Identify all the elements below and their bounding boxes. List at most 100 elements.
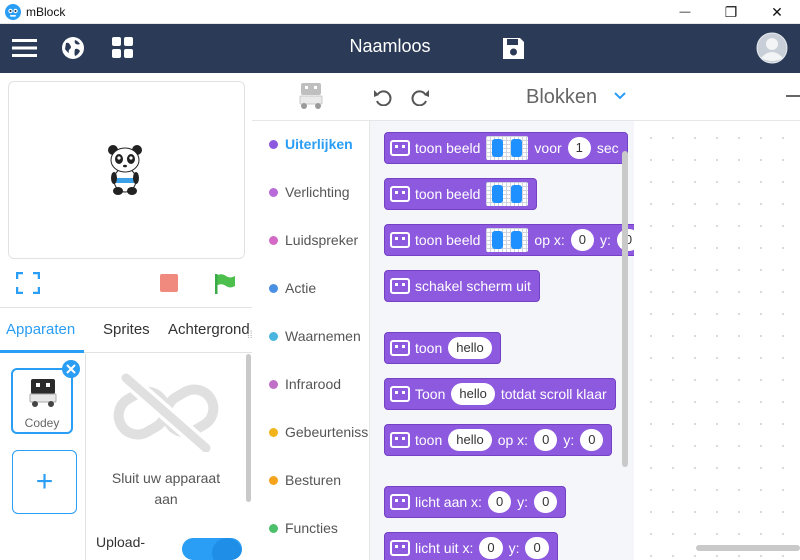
category-uiterlijken[interactable]: Uiterlijken — [252, 121, 370, 167]
block-text: y: — [517, 494, 529, 510]
tab-achtergrond[interactable]: Achtergrond — [168, 321, 250, 338]
app-header: Naamloos — [0, 24, 800, 73]
block-palette: toon beeld voor 1 sec toon beeld toon be… — [370, 121, 634, 560]
category-gebeurtenissen[interactable]: Gebeurteniss — [252, 409, 370, 455]
category-dot — [269, 188, 278, 197]
x-input[interactable]: 0 — [479, 537, 503, 559]
led-matrix-input[interactable] — [486, 136, 529, 160]
codey-face-icon — [390, 540, 410, 556]
seconds-input[interactable]: 1 — [567, 137, 591, 159]
block-show-image-for-secs[interactable]: toon beeld voor 1 sec — [384, 132, 628, 164]
script-workspace[interactable] — [634, 121, 800, 560]
chevron-down-icon[interactable] — [614, 92, 626, 100]
block-text: voor — [534, 140, 562, 156]
category-label: Besturen — [285, 472, 342, 488]
category-dot — [269, 140, 278, 149]
green-flag-icon[interactable] — [214, 273, 236, 295]
toggle-knob — [212, 538, 242, 560]
block-text: schakel scherm uit — [415, 278, 531, 294]
y-input[interactable]: 0 — [525, 537, 549, 559]
close-icon: ✕ — [771, 3, 783, 20]
user-avatar-icon[interactable] — [756, 32, 788, 64]
sprite-tabs: Apparaten Sprites Achtergrond — [0, 307, 252, 353]
redo-icon[interactable] — [411, 88, 430, 106]
x-input[interactable]: 0 — [570, 229, 594, 251]
block-text: op x: — [534, 232, 565, 248]
category-label: Verlichting — [285, 184, 350, 200]
category-actie[interactable]: Actie — [252, 265, 370, 311]
editor-mode-label[interactable]: Blokken — [526, 86, 597, 109]
y-input[interactable]: 0 — [580, 429, 604, 451]
block-show-image-at-xy[interactable]: toon beeld op x: 0 y: 0 — [384, 224, 634, 256]
stage-canvas[interactable] — [8, 81, 245, 259]
block-light-on-xy[interactable]: licht aan x: 0 y: 0 — [384, 486, 567, 518]
text-input[interactable]: hello — [448, 337, 492, 359]
category-waarnemen[interactable]: Waarnemen — [252, 313, 370, 359]
category-dot — [269, 380, 278, 389]
globe-icon[interactable] — [61, 36, 85, 60]
block-show-image[interactable]: toon beeld — [384, 178, 538, 210]
minimize-button[interactable]: — — [662, 0, 708, 24]
close-button[interactable]: ✕ — [754, 0, 800, 24]
category-besturen[interactable]: Besturen — [252, 457, 370, 503]
y-input[interactable]: 0 — [534, 491, 558, 513]
menu-icon[interactable] — [12, 38, 37, 58]
extensions-grid-icon[interactable] — [112, 37, 134, 59]
x-input[interactable]: 0 — [487, 491, 512, 513]
codey-target-icon[interactable] — [296, 81, 326, 111]
device-name: Codey — [24, 416, 60, 430]
close-icon — [66, 364, 76, 374]
category-label: Luidspreker — [285, 232, 359, 248]
block-show-text-until-scroll-done[interactable]: Toon hello totdat scroll klaar — [384, 378, 616, 410]
maximize-button[interactable]: ❐ — [708, 0, 754, 24]
block-text: op x: — [497, 432, 529, 448]
block-turn-off-screen[interactable]: schakel scherm uit — [384, 270, 540, 302]
category-dot — [269, 476, 278, 485]
block-show-text-at-xy[interactable]: toon hello op x: 0 y: 0 — [384, 424, 613, 456]
panda-sprite[interactable] — [107, 144, 143, 196]
window-titlebar: mBlock — ❐ ✕ — [0, 0, 800, 24]
active-tab-indicator — [0, 350, 84, 353]
category-verlichting[interactable]: Verlichting — [252, 169, 370, 215]
block-text: y: — [600, 232, 611, 248]
category-label: Functies — [285, 520, 338, 536]
block-light-off-xy[interactable]: licht uit x: 0 y: 0 — [384, 532, 558, 560]
device-card-codey[interactable]: Codey — [11, 368, 73, 434]
project-title[interactable]: Naamloos — [300, 36, 480, 57]
codey-face-icon — [390, 278, 410, 294]
category-infrarood[interactable]: Infrarood — [252, 361, 370, 407]
device-panel-scrollbar[interactable] — [246, 354, 251, 502]
x-input[interactable]: 0 — [534, 429, 558, 451]
remove-device-button[interactable] — [62, 360, 80, 378]
category-label: Uiterlijken — [285, 136, 353, 152]
tab-sprites[interactable]: Sprites — [103, 321, 150, 338]
text-input[interactable]: hello — [451, 383, 495, 405]
led-matrix-input[interactable] — [486, 182, 529, 206]
tab-apparaten[interactable]: Apparaten — [6, 321, 75, 338]
maximize-icon: ❐ — [724, 3, 738, 20]
fullscreen-icon[interactable] — [16, 272, 40, 294]
collapse-panel-icon[interactable] — [786, 95, 800, 97]
window-title: mBlock — [26, 5, 66, 19]
category-label: Actie — [285, 280, 317, 296]
text-input[interactable]: hello — [448, 429, 492, 451]
block-show-text[interactable]: toon hello — [384, 332, 501, 364]
codey-face-icon — [390, 140, 410, 156]
upload-mode-toggle[interactable] — [182, 538, 242, 560]
category-dot — [269, 428, 278, 437]
block-text: y: — [508, 540, 520, 556]
category-dot — [269, 524, 278, 533]
codey-face-icon — [390, 494, 410, 510]
minimize-icon: — — [679, 6, 691, 18]
codey-face-icon — [390, 186, 410, 202]
add-device-button[interactable]: + — [12, 450, 77, 514]
palette-scrollbar[interactable] — [622, 151, 628, 467]
stop-icon — [160, 274, 178, 292]
undo-icon[interactable] — [373, 88, 392, 106]
category-functies[interactable]: Functies — [252, 505, 370, 551]
workspace-scrollbar[interactable] — [696, 545, 800, 551]
led-matrix-input[interactable] — [486, 228, 529, 252]
save-icon[interactable] — [502, 37, 525, 60]
category-luidspreker[interactable]: Luidspreker — [252, 217, 370, 263]
stop-button[interactable] — [160, 274, 178, 292]
